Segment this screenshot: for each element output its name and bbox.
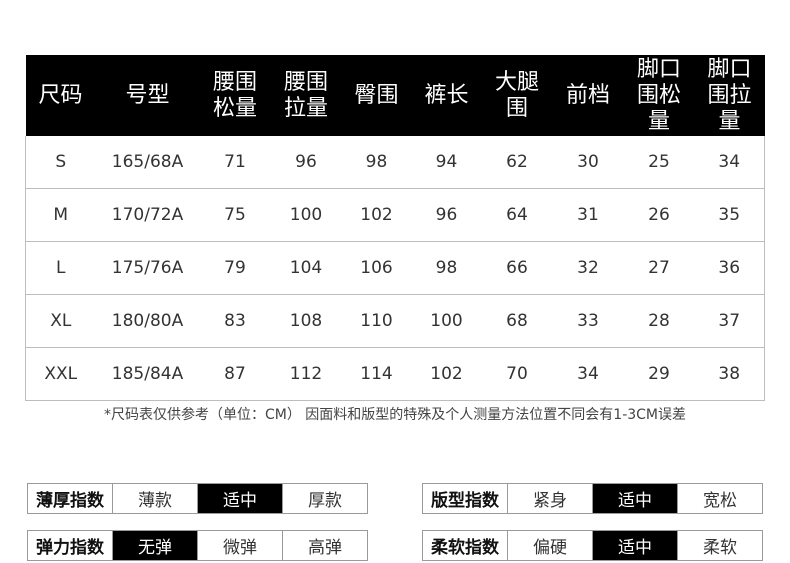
header-waist-relaxed: 腰围 松量 [199, 55, 271, 136]
table-row: XL 180/80A 83 108 110 100 68 33 28 37 [25, 294, 765, 348]
table-cell: 185/84A [95, 347, 200, 401]
table-cell: 87 [199, 347, 271, 401]
fit-option: 适中 [592, 484, 677, 513]
table-row: S 165/68A 71 96 98 94 62 30 25 34 [25, 136, 765, 189]
table-cell: 34 [552, 347, 624, 401]
size-note: *尺码表仅供参考（单位：CM） 因面料和版型的特殊及个人测量方法位置不同会有1-… [103, 407, 687, 423]
table-cell: 30 [552, 136, 624, 189]
table-cell: 36 [694, 241, 765, 295]
table-cell: 66 [481, 241, 553, 295]
header-front-rise: 前档 [552, 55, 624, 136]
table-cell: 106 [341, 241, 412, 295]
softness-option: 柔软 [677, 531, 762, 560]
table-cell: 83 [199, 294, 271, 348]
softness-index: 柔软指数 偏硬 适中 柔软 [422, 530, 763, 561]
table-cell: 75 [199, 188, 271, 242]
table-cell: 180/80A [95, 294, 200, 348]
table-cell: 108 [270, 294, 342, 348]
table-cell: M [25, 188, 96, 242]
fit-option: 紧身 [507, 484, 592, 513]
elasticity-option: 无弹 [112, 531, 197, 560]
header-hem-relaxed: 脚口 围松量 [623, 55, 695, 136]
header-hip: 臀围 [341, 55, 412, 136]
table-cell: 71 [199, 136, 271, 189]
table-cell: XL [25, 294, 96, 348]
table-cell: 33 [552, 294, 624, 348]
table-cell: 102 [341, 188, 412, 242]
table-cell: 34 [694, 136, 765, 189]
table-row: M 170/72A 75 100 102 96 64 31 26 35 [25, 188, 765, 242]
softness-option: 偏硬 [507, 531, 592, 560]
table-cell: 165/68A [95, 136, 200, 189]
header-waist-stretched: 腰围 拉量 [270, 55, 342, 136]
table-cell: 62 [481, 136, 553, 189]
table-cell: 79 [199, 241, 271, 295]
softness-option: 适中 [592, 531, 677, 560]
elasticity-index: 弹力指数 无弹 微弹 高弹 [27, 530, 368, 561]
elasticity-option: 高弹 [282, 531, 367, 560]
thickness-option: 薄款 [112, 484, 197, 513]
table-cell: 37 [694, 294, 765, 348]
header-hem-stretched: 脚口 围拉量 [694, 55, 765, 136]
table-cell: 100 [270, 188, 342, 242]
fit-index: 版型指数 紧身 适中 宽松 [422, 483, 763, 514]
thickness-option: 适中 [197, 484, 282, 513]
table-cell: 94 [411, 136, 482, 189]
header-size: 尺码 [25, 55, 96, 136]
table-cell: 112 [270, 347, 342, 401]
table-cell: 68 [481, 294, 553, 348]
table-cell: S [25, 136, 96, 189]
table-cell: 28 [623, 294, 695, 348]
table-cell: 31 [552, 188, 624, 242]
table-cell: 102 [411, 347, 482, 401]
table-cell: 35 [694, 188, 765, 242]
softness-index-label: 柔软指数 [431, 538, 499, 558]
table-row: XXL 185/84A 87 112 114 102 70 34 29 38 [25, 347, 765, 401]
table-cell: 98 [411, 241, 482, 295]
table-header-row: 尺码 号型 腰围 松量 腰围 拉量 臀围 裤长 大腿围 前档 脚口 围松量 脚口 围拉量 [25, 55, 765, 136]
table-body: S 165/68A 71 96 98 94 62 30 25 34 M 170/72A 75 100 102… [25, 136, 765, 401]
table-cell: 104 [270, 241, 342, 295]
thickness-option: 厚款 [282, 484, 367, 513]
elasticity-option: 微弹 [197, 531, 282, 560]
header-thigh: 大腿围 [481, 55, 553, 136]
thickness-index-label: 薄厚指数 [36, 491, 104, 511]
table-cell: 29 [623, 347, 695, 401]
table-cell: 175/76A [95, 241, 200, 295]
thickness-index: 薄厚指数 薄款 适中 厚款 [27, 483, 368, 514]
table-cell: 64 [481, 188, 553, 242]
table-cell: 98 [341, 136, 412, 189]
header-length: 裤长 [411, 55, 482, 136]
table-cell: 70 [481, 347, 553, 401]
table-row: L 175/76A 79 104 106 98 66 32 27 36 [25, 241, 765, 295]
fit-option: 宽松 [677, 484, 762, 513]
table-cell: 27 [623, 241, 695, 295]
table-cell: L [25, 241, 96, 295]
table-cell: 110 [341, 294, 412, 348]
table-cell: 170/72A [95, 188, 200, 242]
table-cell: 38 [694, 347, 765, 401]
table-cell: 25 [623, 136, 695, 189]
table-cell: 100 [411, 294, 482, 348]
table-cell: XXL [25, 347, 96, 401]
size-chart-table: 尺码 号型 腰围 松量 腰围 拉量 臀围 裤长 大腿围 前档 脚口 围松量 脚口 围拉量… [25, 55, 765, 401]
table-cell: 96 [411, 188, 482, 242]
header-model: 号型 [95, 55, 200, 136]
table-cell: 114 [341, 347, 412, 401]
elasticity-index-label: 弹力指数 [36, 538, 104, 558]
table-cell: 96 [270, 136, 342, 189]
table-cell: 32 [552, 241, 624, 295]
table-cell: 26 [623, 188, 695, 242]
fit-index-label: 版型指数 [431, 491, 499, 511]
